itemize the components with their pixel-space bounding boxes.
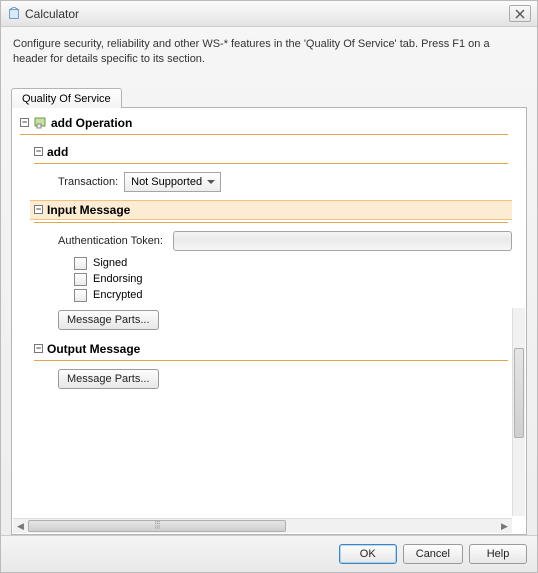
transaction-value: Not Supported	[131, 176, 202, 188]
collapse-icon[interactable]: −	[20, 118, 29, 127]
scrollbar-thumb[interactable]	[514, 348, 524, 438]
window-title: Calculator	[25, 7, 79, 21]
close-icon	[515, 9, 525, 19]
horizontal-scrollbar[interactable]: ◀ ▶	[13, 518, 512, 533]
encrypted-label: Encrypted	[93, 289, 143, 301]
section-title: add	[47, 145, 68, 159]
signed-label: Signed	[93, 257, 127, 269]
tab-panel: − add Operation − add Transaction:	[11, 107, 527, 535]
titlebar: Calculator	[1, 1, 537, 27]
tab-quality-of-service[interactable]: Quality Of Service	[11, 88, 122, 108]
section-input-message: − Input Message	[30, 200, 512, 220]
signed-checkbox[interactable]	[74, 257, 87, 270]
app-icon	[7, 7, 21, 21]
section-add: − add	[30, 143, 512, 161]
endorsing-checkbox[interactable]	[74, 273, 87, 286]
section-add-operation: − add Operation	[16, 114, 512, 132]
scrollbar-thumb[interactable]	[28, 520, 286, 532]
collapse-icon[interactable]: −	[34, 205, 43, 214]
collapse-icon[interactable]: −	[34, 147, 43, 156]
cancel-button[interactable]: Cancel	[403, 544, 463, 564]
ok-button[interactable]: OK	[339, 544, 397, 564]
close-button[interactable]	[509, 5, 531, 22]
operation-icon	[33, 116, 47, 130]
help-button[interactable]: Help	[469, 544, 527, 564]
auth-token-label: Authentication Token:	[58, 235, 163, 247]
description-text: Configure security, reliability and othe…	[13, 37, 525, 67]
divider	[34, 360, 508, 361]
auth-token-field[interactable]	[173, 231, 512, 251]
section-output-message: − Output Message	[30, 340, 512, 358]
output-message-parts-button[interactable]: Message Parts...	[58, 369, 159, 389]
vertical-scrollbar[interactable]	[512, 308, 525, 516]
transaction-label: Transaction:	[58, 176, 118, 188]
collapse-icon[interactable]: −	[34, 344, 43, 353]
input-message-parts-button[interactable]: Message Parts...	[58, 310, 159, 330]
divider	[34, 222, 508, 223]
divider	[34, 163, 508, 164]
section-title: add Operation	[51, 116, 132, 130]
scrollbar-left-arrow[interactable]: ◀	[13, 521, 28, 532]
tab-label: Quality Of Service	[22, 93, 111, 105]
divider	[20, 134, 508, 135]
transaction-select[interactable]: Not Supported	[124, 172, 221, 192]
dialog-window: Calculator Configure security, reliabili…	[0, 0, 538, 573]
description-area: Configure security, reliability and othe…	[1, 27, 537, 87]
dialog-footer: OK Cancel Help	[1, 535, 537, 572]
scrollbar-right-arrow[interactable]: ▶	[497, 521, 512, 532]
encrypted-checkbox[interactable]	[74, 289, 87, 302]
endorsing-label: Endorsing	[93, 273, 143, 285]
section-title: Input Message	[47, 203, 130, 217]
section-title: Output Message	[47, 342, 140, 356]
